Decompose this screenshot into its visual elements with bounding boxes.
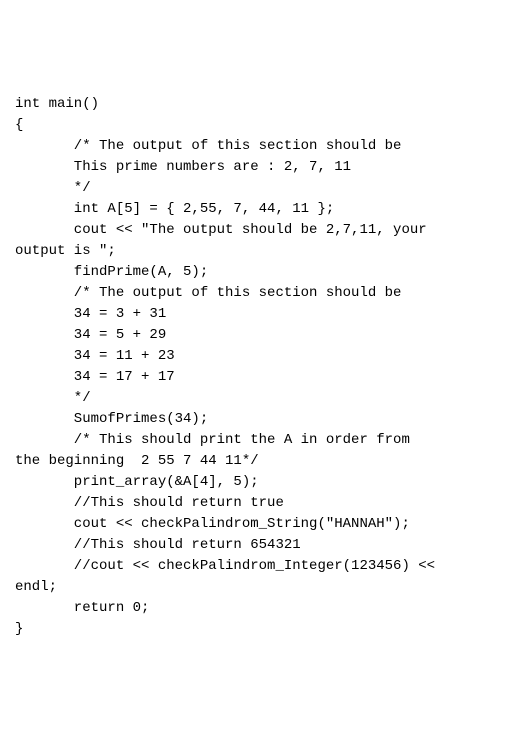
code-line: 34 = 17 + 17 — [15, 367, 513, 388]
code-line: //This should return 654321 — [15, 535, 513, 556]
code-line: cout << "The output should be 2,7,11, yo… — [15, 220, 513, 241]
code-line: 34 = 11 + 23 — [15, 346, 513, 367]
code-line: SumofPrimes(34); — [15, 409, 513, 430]
code-line: */ — [15, 388, 513, 409]
code-line: findPrime(A, 5); — [15, 262, 513, 283]
code-line: cout << checkPalindrom_String("HANNAH"); — [15, 514, 513, 535]
code-block: int main(){ /* The output of this sectio… — [15, 94, 513, 640]
code-line: 34 = 5 + 29 — [15, 325, 513, 346]
code-line: output is "; — [15, 241, 513, 262]
code-line: This prime numbers are : 2, 7, 11 — [15, 157, 513, 178]
code-line: //cout << checkPalindrom_Integer(123456)… — [15, 556, 513, 577]
code-line: endl; — [15, 577, 513, 598]
code-line: int A[5] = { 2,55, 7, 44, 11 }; — [15, 199, 513, 220]
code-line: /* The output of this section should be — [15, 136, 513, 157]
code-line: return 0; — [15, 598, 513, 619]
code-line: int main() — [15, 94, 513, 115]
code-line: /* This should print the A in order from — [15, 430, 513, 451]
code-line: //This should return true — [15, 493, 513, 514]
code-line: print_array(&A[4], 5); — [15, 472, 513, 493]
code-line: { — [15, 115, 513, 136]
code-line: 34 = 3 + 31 — [15, 304, 513, 325]
code-line: the beginning 2 55 7 44 11*/ — [15, 451, 513, 472]
code-line: } — [15, 619, 513, 640]
code-line: /* The output of this section should be — [15, 283, 513, 304]
code-line: */ — [15, 178, 513, 199]
